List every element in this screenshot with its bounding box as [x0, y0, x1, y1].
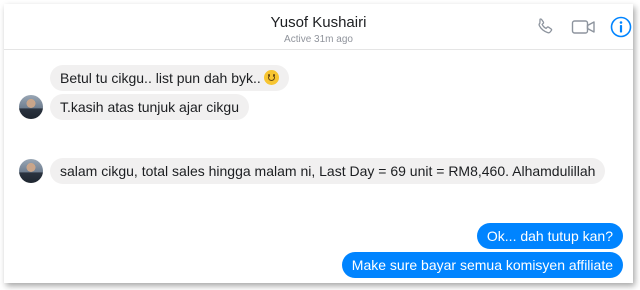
incoming-message[interactable]: Betul tu cikgu.. list pun dah byk.. — [50, 65, 289, 91]
message-text: Betul tu cikgu.. list pun dah byk.. — [60, 70, 261, 86]
phone-icon[interactable] — [534, 16, 556, 38]
outgoing-message[interactable]: Make sure bayar semua komisyen affiliate — [341, 252, 623, 278]
outgoing-message[interactable]: Ok... dah tutup kan? — [476, 223, 623, 249]
incoming-message[interactable]: T.kasih atas tunjuk ajar cikgu — [50, 94, 249, 120]
info-icon[interactable] — [610, 16, 632, 38]
message-text: T.kasih atas tunjuk ajar cikgu — [60, 99, 239, 115]
message-text: salam cikgu, total sales hingga malam ni… — [60, 163, 596, 179]
chat-header: Yusof Kushairi Active 31m ago — [4, 4, 633, 50]
avatar[interactable] — [19, 95, 43, 119]
incoming-message[interactable]: salam cikgu, total sales hingga malam ni… — [50, 158, 606, 184]
video-call-icon[interactable] — [571, 16, 597, 38]
message-text: Ok... dah tutup kan? — [486, 228, 613, 244]
chat-window: Yusof Kushairi Active 31m ago Betul tu c… — [4, 4, 633, 283]
smiling-face-emoji — [263, 70, 279, 85]
avatar[interactable] — [19, 159, 43, 183]
message-text: Make sure bayar semua komisyen affiliate — [351, 257, 613, 273]
